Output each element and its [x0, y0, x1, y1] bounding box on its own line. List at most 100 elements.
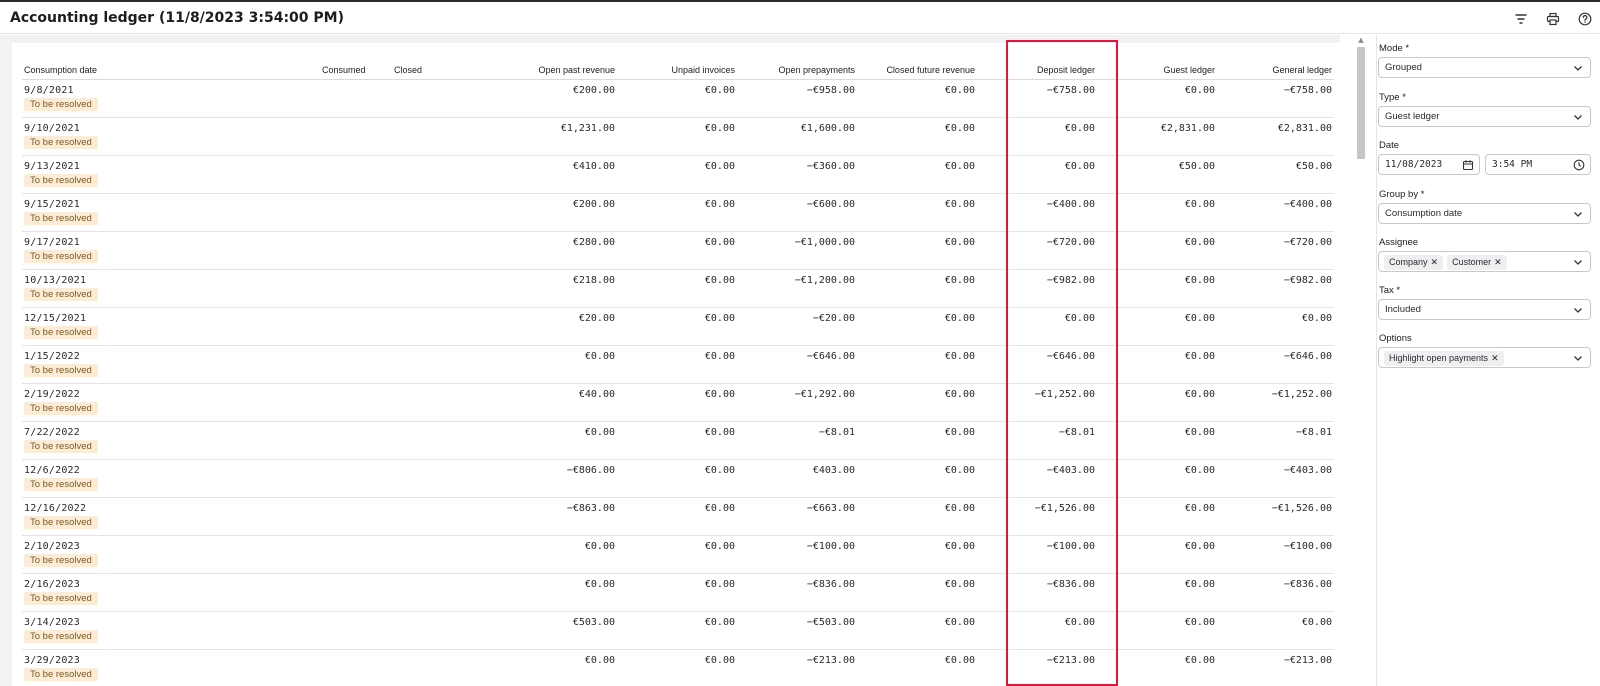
column-header-guest-ledger[interactable]: Guest ledger — [1097, 49, 1217, 80]
closed-future-revenue-cell: €0.00 — [857, 535, 977, 574]
table-row[interactable]: 2/16/2023 To be resolved €0.00 €0.00 −€836.0… — [22, 573, 1334, 612]
guest-ledger-cell: €0.00 — [1097, 649, 1217, 686]
open-past-revenue-cell: €200.00 — [452, 79, 617, 118]
column-header-consumed[interactable]: Consumed — [320, 49, 392, 80]
table-row[interactable]: 12/15/2021 To be resolved €20.00 €0.00 −€20.… — [22, 307, 1334, 346]
options-label: Options — [1379, 333, 1412, 344]
column-header-closed-future-revenue[interactable]: Closed future revenue — [857, 49, 977, 80]
general-ledger-cell: €50.00 — [1217, 155, 1334, 194]
options-select[interactable]: Highlight open payments ✕ — [1378, 347, 1591, 368]
consumption-date: 9/13/2021 — [24, 160, 80, 172]
mode-select[interactable]: Grouped — [1378, 57, 1591, 78]
remove-icon[interactable]: ✕ — [1431, 257, 1439, 267]
guest-ledger-cell: €0.00 — [1097, 459, 1217, 498]
deposit-ledger-cell: −€1,252.00 — [977, 383, 1097, 422]
general-ledger-cell: −€1,526.00 — [1217, 497, 1334, 536]
table-row[interactable]: 9/15/2021 To be resolved €200.00 €0.00 −€600… — [22, 193, 1334, 232]
assignee-select[interactable]: Company ✕ Customer ✕ — [1378, 251, 1591, 272]
mode-value: Grouped — [1385, 62, 1422, 73]
time-input[interactable]: 3:54 PM — [1485, 154, 1591, 175]
group-by-select[interactable]: Consumption date — [1378, 203, 1591, 224]
closed-future-revenue-cell: €0.00 — [857, 231, 977, 270]
chevron-down-icon — [1574, 260, 1582, 265]
closed-future-revenue-cell: €0.00 — [857, 497, 977, 536]
unpaid-invoices-cell: €0.00 — [617, 573, 737, 612]
column-header-unpaid-invoices[interactable]: Unpaid invoices — [617, 49, 737, 80]
open-past-revenue-cell: €0.00 — [452, 421, 617, 460]
table-row[interactable]: 12/16/2022 To be resolved −€863.00 €0.00 −€6… — [22, 497, 1334, 536]
table-row[interactable]: 9/10/2021 To be resolved €1,231.00 €0.00 €1,… — [22, 117, 1334, 156]
status-badge: To be resolved — [24, 401, 98, 415]
table-row[interactable]: 3/29/2023 To be resolved €0.00 €0.00 −€213.0… — [22, 649, 1334, 686]
column-header-consumption-date[interactable]: Consumption date — [22, 49, 320, 80]
closed-cell — [392, 231, 452, 270]
consumed-cell — [320, 117, 392, 156]
unpaid-invoices-cell: €0.00 — [617, 459, 737, 498]
remove-icon[interactable]: ✕ — [1494, 257, 1502, 267]
guest-ledger-cell: €0.00 — [1097, 193, 1217, 232]
column-header-open-prepayments[interactable]: Open prepayments — [737, 49, 857, 80]
date-input[interactable]: 11/08/2023 — [1378, 154, 1480, 175]
remove-icon[interactable]: ✕ — [1491, 353, 1499, 363]
type-select[interactable]: Guest ledger — [1378, 106, 1591, 127]
column-header-deposit-ledger[interactable]: Deposit ledger — [977, 49, 1097, 80]
general-ledger-cell: €2,831.00 — [1217, 117, 1334, 156]
table-row[interactable]: 9/8/2021 To be resolved €200.00 €0.00 −€958.… — [22, 79, 1334, 118]
consumption-date-cell: 1/15/2022 To be resolved — [22, 345, 320, 384]
scroll-thumb[interactable] — [1357, 47, 1365, 159]
open-past-revenue-cell: €40.00 — [452, 383, 617, 422]
scroll-up-icon[interactable]: ▲ — [1357, 37, 1365, 44]
consumed-cell — [320, 269, 392, 308]
deposit-ledger-cell: −€720.00 — [977, 231, 1097, 270]
column-header-open-past-revenue[interactable]: Open past revenue — [452, 49, 617, 80]
deposit-ledger-cell: −€982.00 — [977, 269, 1097, 308]
closed-cell — [392, 649, 452, 686]
unpaid-invoices-cell: €0.00 — [617, 269, 737, 308]
status-badge: To be resolved — [24, 667, 98, 681]
unpaid-invoices-cell: €0.00 — [617, 497, 737, 536]
open-past-revenue-cell: €200.00 — [452, 193, 617, 232]
status-badge: To be resolved — [24, 287, 98, 301]
table-row[interactable]: 2/19/2022 To be resolved €40.00 €0.00 −€1,29… — [22, 383, 1334, 422]
column-header-closed[interactable]: Closed — [392, 49, 452, 80]
table-row[interactable]: 2/10/2023 To be resolved €0.00 €0.00 −€100.0… — [22, 535, 1334, 574]
consumption-date-cell: 9/10/2021 To be resolved — [22, 117, 320, 156]
open-prepayments-cell: −€836.00 — [737, 573, 857, 612]
page-title: Accounting ledger (11/8/2023 3:54:00 PM) — [10, 10, 345, 26]
chevron-down-icon — [1574, 356, 1582, 361]
ledger-card: Consumption date Consumed Closed Open pa… — [12, 43, 1342, 686]
closed-cell — [392, 497, 452, 536]
consumption-date: 9/8/2021 — [24, 84, 74, 96]
table-row[interactable]: 9/17/2021 To be resolved €280.00 €0.00 −€1,0… — [22, 231, 1334, 270]
table-row[interactable]: 7/22/2022 To be resolved €0.00 €0.00 −€8.01 €… — [22, 421, 1334, 460]
general-ledger-cell: −€646.00 — [1217, 345, 1334, 384]
consumption-date: 12/15/2021 — [24, 312, 87, 324]
consumption-date: 9/15/2021 — [24, 198, 80, 210]
consumption-date-cell: 2/16/2023 To be resolved — [22, 573, 320, 612]
consumed-cell — [320, 193, 392, 232]
mode-label: Mode * — [1379, 43, 1410, 54]
tax-select[interactable]: Included — [1378, 299, 1591, 320]
help-icon[interactable] — [1576, 10, 1594, 28]
table-row[interactable]: 9/13/2021 To be resolved €410.00 €0.00 −€360… — [22, 155, 1334, 194]
table-row[interactable]: 1/15/2022 To be resolved €0.00 €0.00 −€646.0… — [22, 345, 1334, 384]
print-icon[interactable] — [1544, 10, 1562, 28]
consumption-date-cell: 12/16/2022 To be resolved — [22, 497, 320, 536]
guest-ledger-cell: €0.00 — [1097, 535, 1217, 574]
table-row[interactable]: 12/6/2022 To be resolved −€806.00 €0.00 €403… — [22, 459, 1334, 498]
general-ledger-cell: −€400.00 — [1217, 193, 1334, 232]
consumption-date-cell: 2/10/2023 To be resolved — [22, 535, 320, 574]
consumption-date: 1/15/2022 — [24, 350, 80, 362]
table-row[interactable]: 3/14/2023 To be resolved €503.00 €0.00 −€503… — [22, 611, 1334, 650]
table-row[interactable]: 10/13/2021 To be resolved €218.00 €0.00 −€1,… — [22, 269, 1334, 308]
clock-icon[interactable] — [1573, 159, 1585, 171]
top-bar: Accounting ledger (11/8/2023 3:54:00 PM) — [0, 0, 1600, 34]
deposit-ledger-cell: −€646.00 — [977, 345, 1097, 384]
table-scrollbar[interactable]: ▲ — [1355, 35, 1367, 686]
guest-ledger-cell: €0.00 — [1097, 497, 1217, 536]
status-badge: To be resolved — [24, 325, 98, 339]
filter-icon[interactable] — [1512, 10, 1530, 28]
calendar-icon[interactable] — [1462, 159, 1474, 171]
deposit-ledger-cell: −€8.01 — [977, 421, 1097, 460]
column-header-general-ledger[interactable]: General ledger — [1217, 49, 1334, 80]
